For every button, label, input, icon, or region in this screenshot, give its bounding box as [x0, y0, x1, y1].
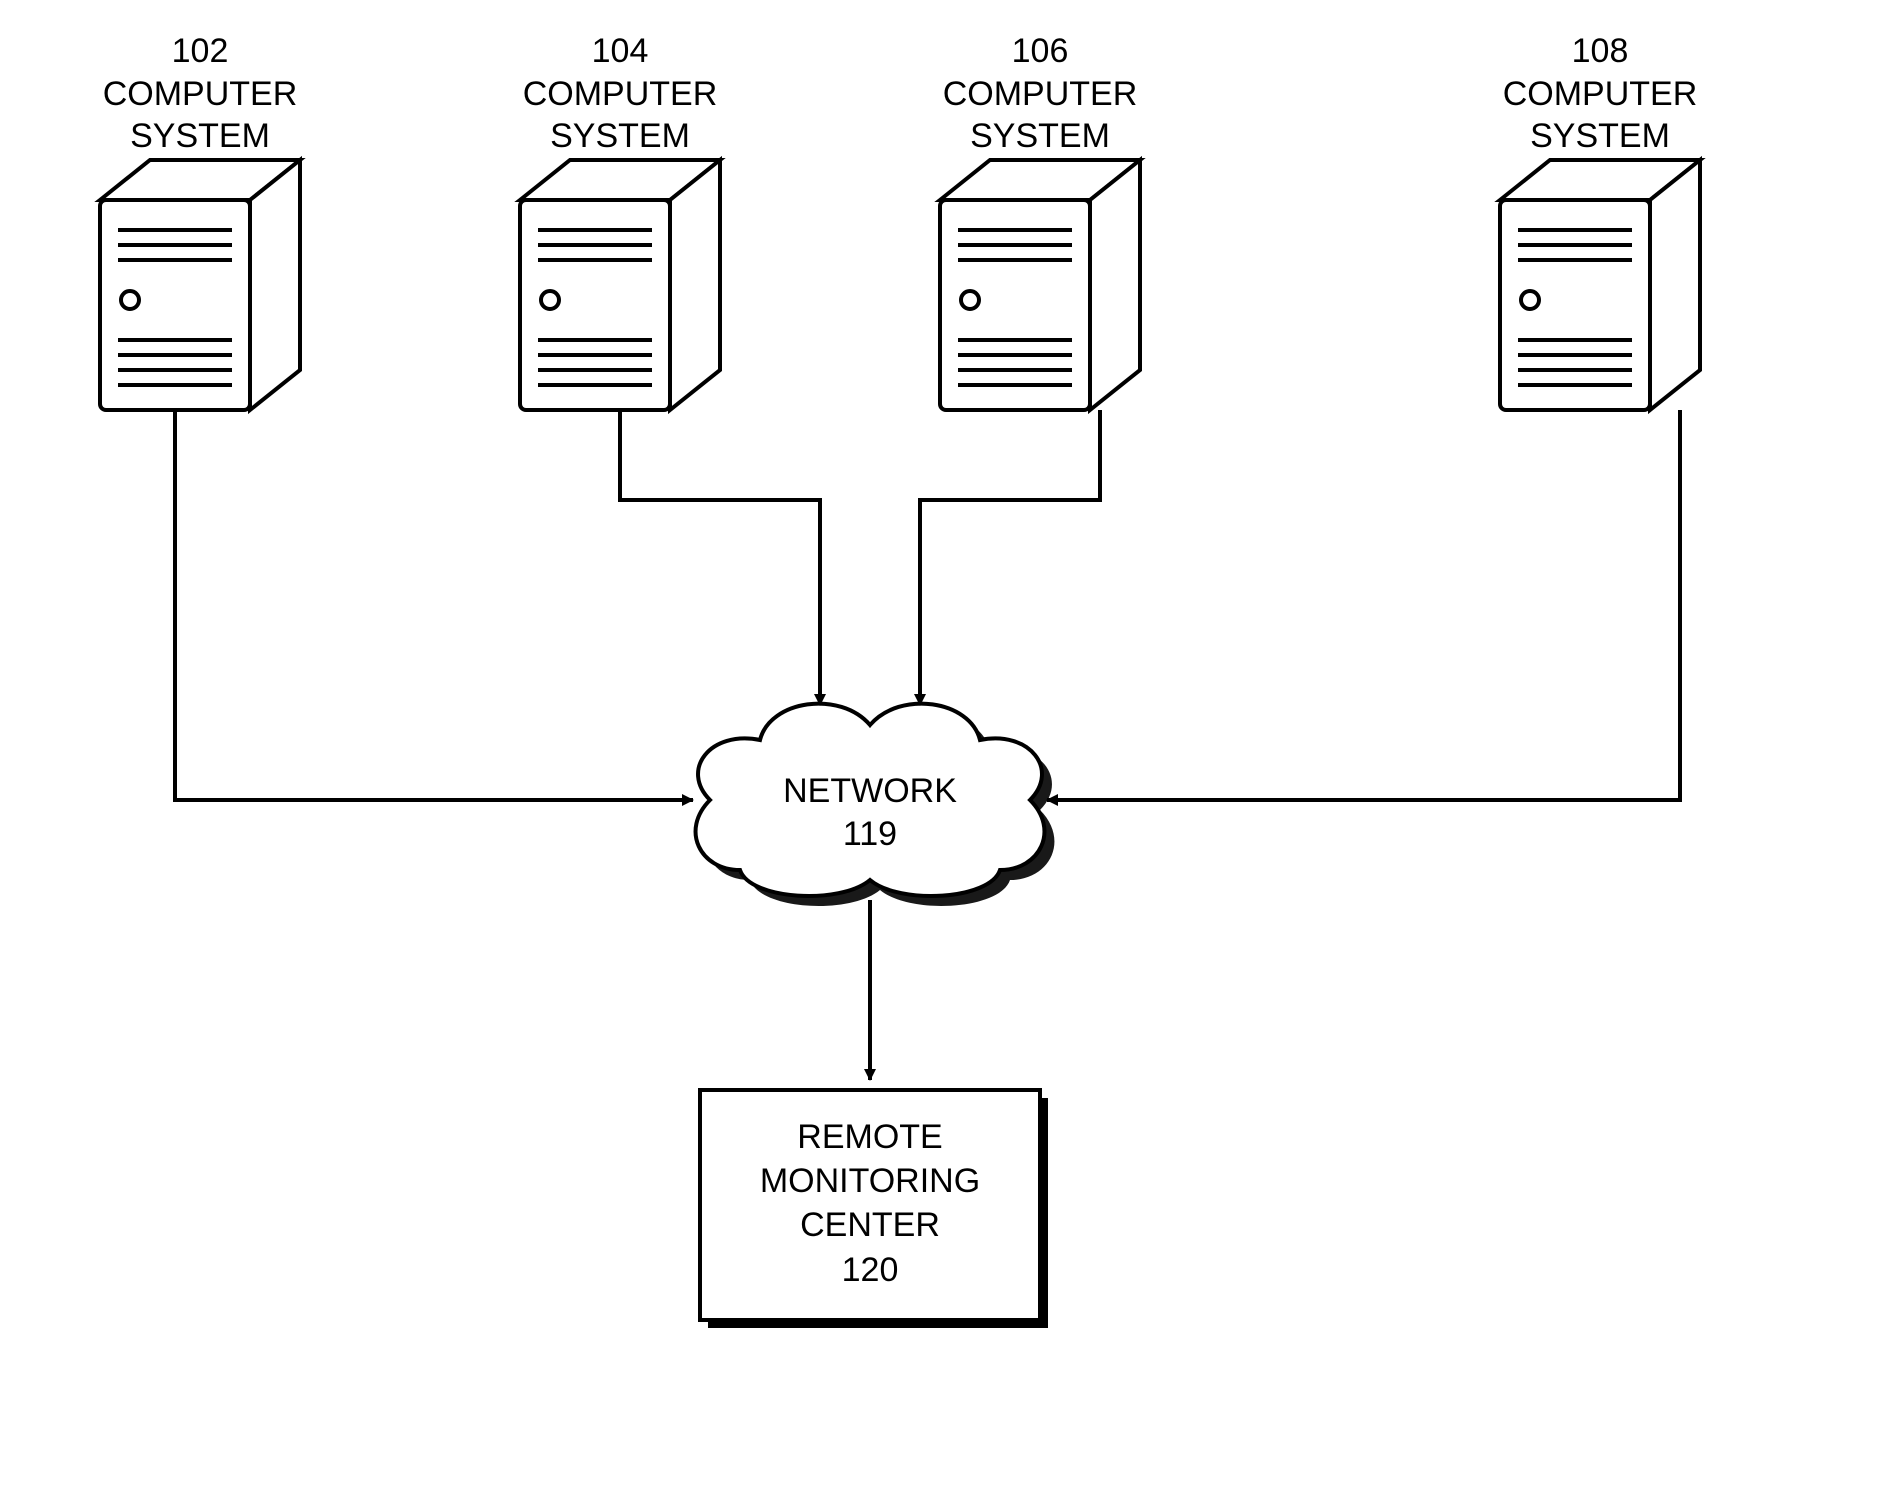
label-cs106: 106 COMPUTER SYSTEM	[920, 30, 1160, 158]
rmc-line2: MONITORING	[700, 1159, 1040, 1203]
label-text-102: COMPUTER SYSTEM	[90, 73, 310, 158]
rmc-id: 120	[700, 1248, 1040, 1292]
label-text-104: COMPUTER SYSTEM	[500, 73, 740, 158]
server-icon-106	[940, 160, 1140, 410]
network-id: 119	[770, 813, 970, 856]
edge-104-network	[620, 410, 820, 705]
edge-108-network	[1047, 410, 1680, 800]
network-diagram: 102 COMPUTER SYSTEM 104 COMPUTER SYSTEM …	[0, 0, 1890, 1504]
label-cs102: 102 COMPUTER SYSTEM	[90, 30, 310, 158]
edge-106-network	[920, 410, 1100, 705]
rmc-line3: CENTER	[700, 1203, 1040, 1247]
label-text-108: COMPUTER SYSTEM	[1480, 73, 1720, 158]
label-id-104: 104	[500, 30, 740, 73]
edge-102-network	[175, 410, 693, 800]
label-network: NETWORK 119	[770, 770, 970, 855]
label-id-108: 108	[1480, 30, 1720, 73]
server-icon-102	[100, 160, 300, 410]
label-rmc: REMOTE MONITORING CENTER 120	[700, 1115, 1040, 1292]
network-text: NETWORK	[770, 770, 970, 813]
server-icon-104	[520, 160, 720, 410]
rmc-line1: REMOTE	[700, 1115, 1040, 1159]
label-cs108: 108 COMPUTER SYSTEM	[1480, 30, 1720, 158]
label-text-106: COMPUTER SYSTEM	[920, 73, 1160, 158]
label-id-102: 102	[90, 30, 310, 73]
server-icon-108	[1500, 160, 1700, 410]
label-id-106: 106	[920, 30, 1160, 73]
label-cs104: 104 COMPUTER SYSTEM	[500, 30, 740, 158]
